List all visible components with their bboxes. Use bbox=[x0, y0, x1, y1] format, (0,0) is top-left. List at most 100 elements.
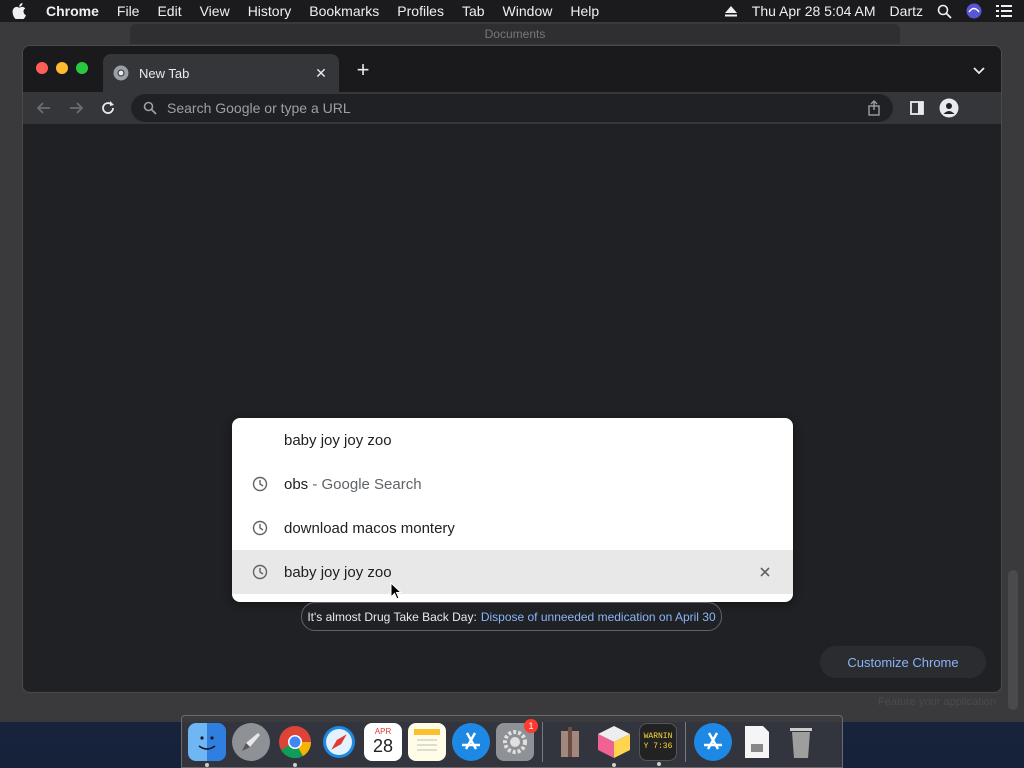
control-center-icon[interactable] bbox=[996, 4, 1012, 18]
menu-tab[interactable]: Tab bbox=[462, 3, 485, 19]
menu-bar: Chrome File Edit View History Bookmarks … bbox=[0, 0, 1024, 22]
profile-avatar-icon bbox=[939, 98, 959, 118]
dock-archive-utility[interactable] bbox=[551, 723, 589, 761]
running-indicator bbox=[205, 762, 209, 767]
menu-user[interactable]: Dartz bbox=[890, 3, 923, 19]
remove-suggestion-icon[interactable] bbox=[757, 564, 773, 580]
dock-console[interactable]: WARNIN Y 7:36 bbox=[639, 722, 677, 766]
promo-banner: It's almost Drug Take Back Day: Dispose … bbox=[301, 602, 722, 631]
dock-instruments[interactable] bbox=[595, 723, 633, 767]
forward-arrow-icon bbox=[70, 102, 84, 114]
customize-chrome-button[interactable]: Customize Chrome bbox=[820, 646, 986, 678]
console-text-line-2: Y 7:36 bbox=[643, 741, 673, 751]
tab-search-chevron-icon[interactable] bbox=[971, 62, 987, 78]
side-panel-icon bbox=[910, 101, 924, 115]
chrome-icon bbox=[279, 725, 312, 758]
siri-icon[interactable] bbox=[966, 3, 982, 19]
clock-icon bbox=[252, 520, 268, 536]
suggestion-text: baby joy joy zoo bbox=[284, 563, 392, 581]
suggestion-suffix: - Google Search bbox=[308, 475, 422, 493]
address-bar[interactable] bbox=[131, 94, 893, 122]
dock-app-store-downloads[interactable] bbox=[694, 722, 732, 761]
window-close-button[interactable] bbox=[36, 62, 48, 74]
reload-icon bbox=[102, 101, 114, 114]
dock-notes[interactable] bbox=[408, 722, 446, 761]
desktop-scrollbar[interactable] bbox=[1008, 570, 1018, 710]
archive-box-icon bbox=[561, 726, 579, 757]
rocket-icon bbox=[242, 732, 260, 751]
menu-edit[interactable]: Edit bbox=[157, 3, 181, 19]
dock-system-preferences[interactable]: 1 bbox=[496, 718, 538, 761]
window-controls bbox=[36, 62, 88, 74]
menu-datetime[interactable]: Thu Apr 28 5:04 AM bbox=[752, 3, 876, 19]
mouse-cursor-icon bbox=[390, 582, 402, 600]
clock-icon bbox=[252, 476, 268, 492]
search-icon bbox=[143, 101, 157, 115]
menu-window[interactable]: Window bbox=[503, 3, 553, 19]
suggestion-text: obs bbox=[284, 475, 309, 493]
console-text-line-1: WARNIN bbox=[643, 731, 673, 741]
clock-icon bbox=[252, 564, 268, 580]
calendar-day: 28 bbox=[372, 736, 394, 756]
menu-history[interactable]: History bbox=[248, 3, 292, 19]
suggestion-item[interactable]: download macos montery bbox=[232, 506, 793, 550]
search-suggestions-dropdown: baby joy joy zoo obs - Google Search dow… bbox=[232, 418, 793, 602]
menu-bookmarks[interactable]: Bookmarks bbox=[309, 3, 379, 19]
promo-link[interactable]: Dispose of unneeded medication on April … bbox=[481, 610, 716, 624]
customize-chrome-label: Customize Chrome bbox=[847, 654, 959, 670]
background-window-title: Documents bbox=[130, 24, 900, 44]
profile-button[interactable] bbox=[937, 96, 961, 120]
side-panel-button[interactable] bbox=[905, 96, 929, 120]
suggestion-item[interactable]: obs - Google Search bbox=[232, 462, 793, 506]
forward-button[interactable] bbox=[64, 96, 88, 120]
suggestion-text: download macos montery bbox=[284, 519, 455, 537]
dropdown-query-text[interactable]: baby joy joy zoo bbox=[232, 418, 793, 462]
suggestion-item-highlighted[interactable]: baby joy joy zoo bbox=[232, 550, 793, 594]
menu-profiles[interactable]: Profiles bbox=[397, 3, 444, 19]
dock-launchpad[interactable] bbox=[232, 722, 270, 761]
spotlight-search-icon[interactable] bbox=[937, 4, 952, 19]
apple-icon[interactable] bbox=[12, 3, 26, 19]
menu-help[interactable]: Help bbox=[570, 3, 599, 19]
back-button[interactable] bbox=[32, 96, 56, 120]
address-input[interactable] bbox=[167, 100, 867, 116]
tab-strip: New Tab ✕ + bbox=[23, 46, 1001, 92]
back-arrow-icon bbox=[36, 102, 50, 114]
running-indicator bbox=[612, 762, 616, 767]
window-minimize-button[interactable] bbox=[56, 62, 68, 74]
dock-calendar[interactable]: APR 28 bbox=[364, 722, 402, 761]
feature-app-text: Feature your application bbox=[878, 696, 997, 708]
dock: APR 28 1 WARNIN Y 7:36 bbox=[181, 715, 843, 768]
dock-chrome[interactable] bbox=[276, 723, 314, 767]
safari-compass-icon bbox=[323, 725, 355, 758]
tab-title: New Tab bbox=[139, 65, 190, 81]
window-maximize-button[interactable] bbox=[76, 62, 88, 74]
dock-app-store[interactable] bbox=[452, 722, 490, 761]
running-indicator bbox=[657, 761, 661, 766]
menu-view[interactable]: View bbox=[200, 3, 230, 19]
app-store-icon bbox=[462, 731, 480, 750]
menu-app-name[interactable]: Chrome bbox=[46, 3, 99, 19]
dock-separator bbox=[685, 721, 686, 762]
notification-badge: 1 bbox=[524, 718, 538, 733]
tab-new-tab[interactable]: New Tab ✕ bbox=[103, 54, 339, 92]
dock-trash[interactable] bbox=[782, 723, 820, 761]
dock-safari[interactable] bbox=[320, 723, 358, 761]
share-icon[interactable] bbox=[867, 100, 881, 116]
eject-icon[interactable] bbox=[724, 5, 738, 17]
document-icon bbox=[745, 725, 769, 758]
promo-text: It's almost Drug Take Back Day: bbox=[307, 609, 477, 624]
dock-separator bbox=[542, 721, 543, 762]
trash-icon bbox=[790, 727, 812, 758]
chrome-logo-icon bbox=[113, 65, 129, 81]
tab-close-icon[interactable]: ✕ bbox=[313, 65, 329, 81]
new-tab-button[interactable]: + bbox=[353, 59, 373, 81]
finder-icon bbox=[198, 735, 216, 750]
reload-button[interactable] bbox=[96, 96, 120, 120]
app-store-icon bbox=[704, 731, 722, 750]
menu-file[interactable]: File bbox=[117, 3, 140, 19]
calendar-month: APR bbox=[374, 727, 392, 736]
gear-icon bbox=[503, 729, 527, 754]
dock-finder[interactable] bbox=[188, 722, 226, 767]
dock-document[interactable] bbox=[738, 723, 776, 761]
